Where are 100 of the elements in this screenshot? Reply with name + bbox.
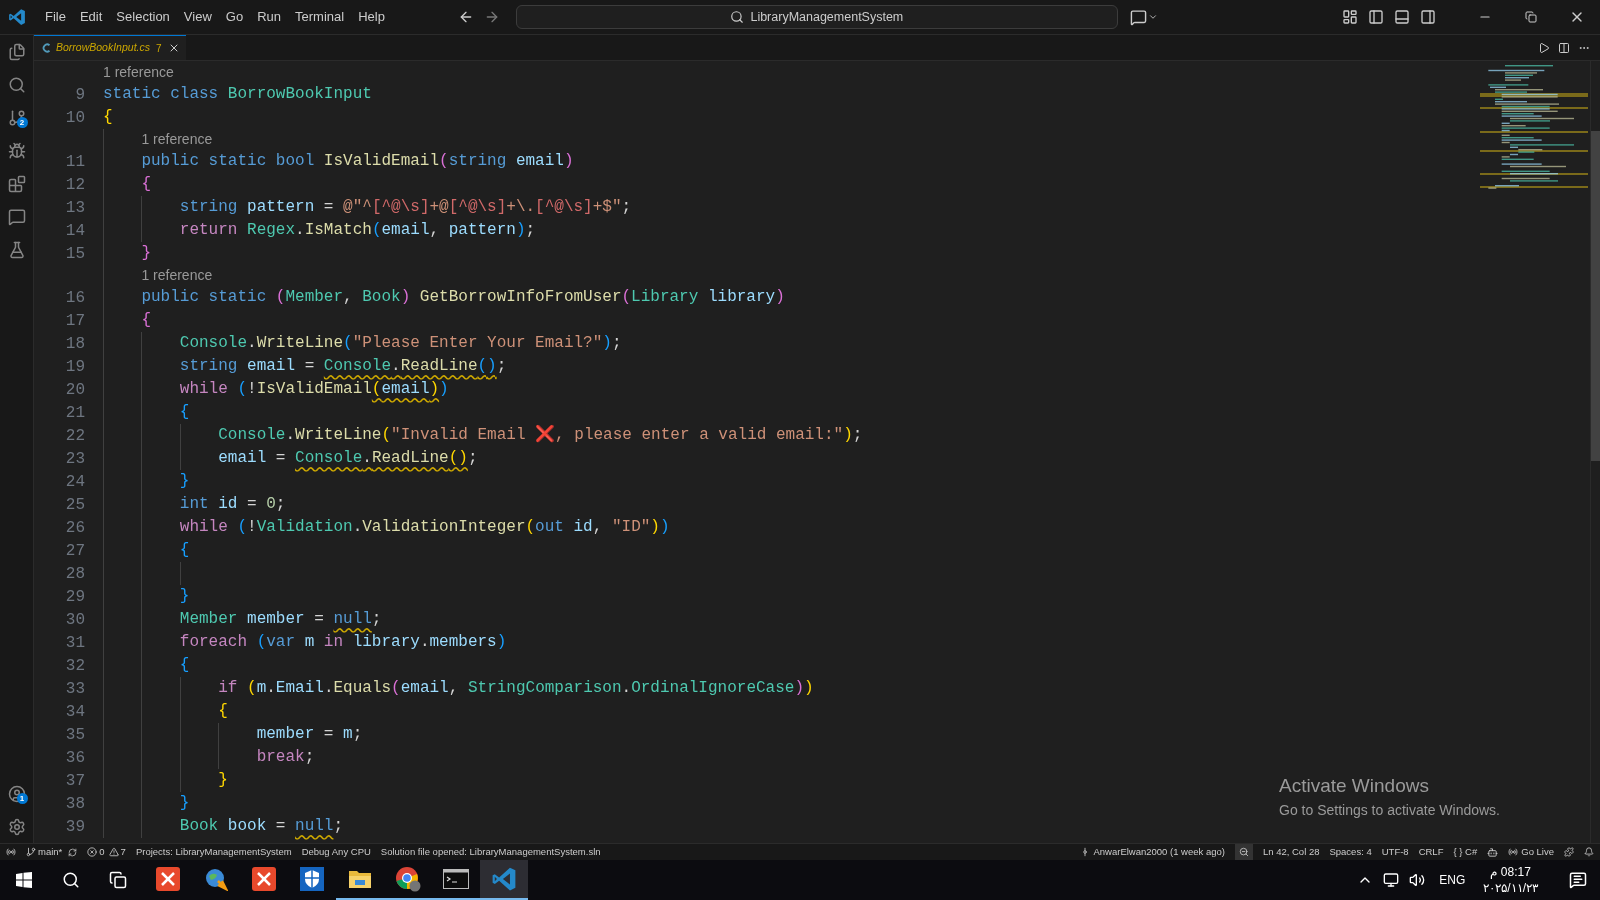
menu-item[interactable]: Edit (72, 5, 110, 29)
line-number: 26 (64, 517, 85, 539)
copilot-icon[interactable] (1487, 846, 1499, 858)
line-number: 33 (64, 678, 85, 700)
warning-squiggle: null (333, 610, 372, 628)
flask-icon (7, 240, 26, 259)
status-item[interactable]: Ln 42, Col 28 (1262, 844, 1320, 860)
line-number: 10 (64, 107, 85, 129)
line-number: 19 (64, 356, 85, 378)
menu-item[interactable]: View (176, 5, 219, 29)
tab-title: BorrowBookInput.cs (56, 40, 150, 56)
status-item[interactable]: CRLF (1418, 844, 1444, 860)
line-number: 23 (64, 448, 85, 470)
chat-icon[interactable] (1129, 8, 1147, 26)
code-line: } (178, 471, 190, 492)
branch-icon (26, 847, 36, 857)
code-line: email = Console.ReadLine(); (217, 448, 478, 469)
code-line: string email = Console.ReadLine(); (178, 356, 507, 377)
broadcast-icon (1508, 847, 1519, 857)
notifications-icon[interactable] (1584, 847, 1594, 857)
remote-icon[interactable] (6, 847, 16, 857)
panel-right-icon[interactable] (1420, 9, 1436, 25)
code-line: { (140, 174, 151, 195)
line-number: 38 (64, 793, 85, 815)
line-number: 25 (64, 494, 85, 516)
code-line: { (217, 701, 228, 722)
app-tile-icon (252, 867, 276, 891)
search-icon (730, 10, 745, 24)
status-item[interactable]: UTF-8 (1381, 844, 1409, 860)
restore-icon (1525, 11, 1537, 23)
reference-count-link[interactable]: 1 reference (141, 129, 213, 150)
warning-squiggle: Console.ReadLine() (295, 449, 468, 467)
split-editor-icon[interactable] (1558, 41, 1570, 54)
line-number: 31 (64, 632, 85, 654)
run-icon[interactable] (1538, 41, 1550, 54)
scrollbar-thumb[interactable] (1591, 131, 1600, 461)
menu-item[interactable]: Run (250, 5, 288, 29)
taskbar-app[interactable] (480, 860, 528, 900)
code-line: { (103, 107, 113, 128)
status-item[interactable]: Debug Any CPU (301, 844, 371, 860)
blocks-icon (7, 174, 26, 193)
csharp-file-icon (42, 43, 52, 53)
line-number: 9 (74, 84, 85, 106)
input-language[interactable]: ENG (1439, 871, 1466, 889)
warning-squiggle: null (295, 817, 334, 835)
line-number: 24 (64, 471, 85, 493)
chat-icon (7, 207, 26, 226)
line-number: 14 (64, 220, 85, 242)
reference-count-link[interactable]: 1 reference (141, 265, 213, 286)
menu-item[interactable]: Terminal (288, 5, 352, 29)
line-number: 15 (64, 243, 85, 265)
clock[interactable]: 08:17 م ۲۰۲۵/۱۱/۲۳ (1483, 864, 1538, 896)
chevron-down-icon[interactable] (1147, 12, 1158, 22)
code-line: while (!IsValidEmail(email)) (178, 379, 449, 400)
scrollbar[interactable] (1590, 61, 1600, 843)
code-line: } (178, 586, 190, 607)
line-number: 37 (64, 770, 85, 792)
source-control-button[interactable]: 2 (0, 101, 34, 134)
status-item[interactable]: Spaces: 4 (1329, 844, 1372, 860)
language-button[interactable]: { } C# (1453, 844, 1478, 860)
line-number: 20 (64, 379, 85, 401)
editor-tab[interactable]: BorrowBookInput.cs 7 (34, 35, 186, 60)
line-number: 29 (64, 586, 85, 608)
go-live-button[interactable]: Go Live (1508, 844, 1554, 860)
menu-item[interactable]: Selection (109, 5, 177, 29)
code-line: } (217, 770, 228, 791)
editor-logo-icon (8, 8, 26, 26)
search-icon (61, 871, 80, 889)
problems-button[interactable]: 0 7 (87, 844, 126, 860)
line-number: 36 (64, 747, 85, 769)
globe-icon (204, 867, 228, 891)
shield-icon (300, 867, 324, 891)
problem-count: 7 (155, 41, 162, 56)
branch-button[interactable]: main* (26, 844, 78, 860)
files-icon (7, 42, 26, 61)
menu-item[interactable]: File (38, 5, 73, 29)
line-number: 21 (64, 402, 85, 424)
panel-bottom-icon[interactable] (1394, 9, 1410, 25)
status-item[interactable]: Solution file opened: LibraryManagementSystem.sln (380, 844, 601, 860)
code-line: public static (Member, Book) GetBorrowInfoFromUser(Library library) (140, 287, 785, 308)
line-number: 17 (64, 310, 85, 332)
reference-count-link[interactable]: 1 reference (103, 62, 174, 83)
layout-icon[interactable] (1342, 9, 1358, 25)
volume-icon[interactable] (1409, 872, 1426, 888)
menu-item[interactable]: Help (351, 5, 392, 29)
status-item[interactable]: Projects: LibraryManagementSystem (135, 844, 292, 860)
error-icon (87, 847, 98, 857)
code-line: Book book = null; (178, 816, 344, 837)
code-line: { (178, 540, 190, 561)
panel-left-icon[interactable] (1368, 9, 1384, 25)
command-center-search[interactable]: LibraryManagementSystem (515, 5, 1118, 29)
extension-status-icon[interactable] (1564, 847, 1574, 857)
sync-icon (68, 847, 78, 857)
activation-subtitle: Go to Settings to activate Windows. (1279, 801, 1500, 820)
blame-button[interactable]: AnwarElwan2000 (1 week ago) (1080, 844, 1225, 860)
accounts-button[interactable]: 1 (0, 777, 34, 810)
zoom-out-button[interactable] (1234, 844, 1253, 860)
zoom-out-icon (1238, 847, 1249, 857)
menu-item[interactable]: Go (218, 5, 251, 29)
network-icon[interactable] (1383, 872, 1400, 888)
